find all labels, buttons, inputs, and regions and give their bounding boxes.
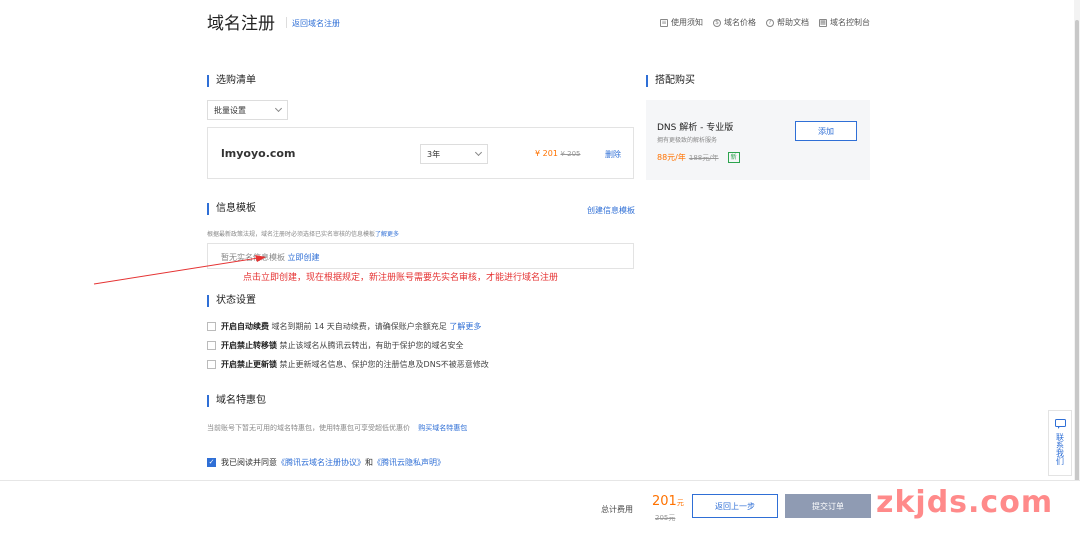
agreement-checkbox[interactable]: ✓ (207, 458, 216, 467)
price-icon: $ (713, 18, 721, 27)
cart-item: lmyoyo.com 3年 ¥ 201 ¥ 205 删除 (207, 127, 634, 179)
auto-renew-desc: 域名到期前 14 天自动续费，请确保账户余额充足 (271, 322, 447, 331)
duration-value: 3年 (427, 149, 441, 159)
package-row: 当前账号下暂无可用的域名特惠包，使用特惠包可享受超低优惠价 购买域名特惠包 (207, 423, 467, 433)
help-docs-label: 帮助文档 (777, 18, 809, 27)
chevron-down-icon (274, 104, 283, 113)
submit-order-button[interactable]: 提交订单 (785, 494, 871, 518)
template-empty-box: 暂无实名信息模板 立即创建 (207, 243, 634, 269)
domain-console-label: 域名控制台 (830, 18, 870, 27)
domain-price-link[interactable]: $ 域名价格 (713, 17, 756, 28)
transfer-lock-desc: 禁止该域名从腾讯云转出，有助于保护您的域名安全 (279, 341, 464, 350)
agreement-row[interactable]: ✓ 我已阅读并同意《腾讯云域名注册协议》和《腾讯云隐私声明》 (207, 457, 445, 468)
status-heading: 状态设置 (207, 295, 256, 307)
agreement-text: 我已阅读并同意《腾讯云域名注册协议》和《腾讯云隐私声明》 (221, 457, 445, 468)
agreement-and: 和 (365, 458, 373, 467)
back-to-domain-register-link[interactable]: 返回域名注册 (292, 18, 340, 29)
addon-price-original: 188元/年 (688, 153, 719, 162)
watermark-text: zkjds.com (876, 485, 1054, 520)
addon-price-current: 88元/年 (657, 153, 686, 162)
help-docs-link[interactable]: ? 帮助文档 (766, 17, 809, 28)
learn-more-link[interactable]: 了解更多 (375, 231, 399, 238)
add-addon-button[interactable]: 添加 (795, 121, 857, 141)
addon-desc: 拥有更极致的解析服务 (657, 137, 718, 144)
cart-heading: 选购清单 (207, 75, 256, 87)
update-lock-desc: 禁止更新域名信息、保护您的注册信息及DNS不被恶意修改 (279, 360, 489, 369)
new-badge: 新 (727, 152, 740, 163)
batch-setting-label: 批量设置 (214, 105, 246, 115)
notice-text: 根据最新政策法规，域名注册时必须选择已实名审核的信息模板 (207, 231, 376, 238)
grid-icon: ▦ (819, 18, 827, 27)
footer-bar: 总计费用 201元 205元 返回上一步 提交订单 zkjds.com (0, 480, 1080, 533)
domain-price-label: 域名价格 (724, 18, 756, 27)
privacy-statement-link[interactable]: 《腾讯云隐私声明》 (373, 458, 445, 467)
info-template-heading: 信息模板 (207, 203, 256, 215)
help-icon: ? (766, 18, 774, 27)
addon-name: DNS 解析 - 专业版 (657, 123, 734, 133)
total-label: 总计费用 (601, 505, 633, 514)
auto-renew-checkbox[interactable] (207, 322, 216, 331)
annotation-text: 点击立即创建，现在根据规定，新注册账号需要先实名审核，才能进行域名注册 (243, 273, 559, 283)
transfer-lock-row: 开启禁止转移锁 禁止该域名从腾讯云转出，有助于保护您的域名安全 (221, 340, 464, 351)
total-price-value: 201 (652, 494, 677, 509)
transfer-lock-title: 开启禁止转移锁 (221, 341, 277, 350)
create-now-link[interactable]: 立即创建 (288, 253, 320, 262)
previous-step-button[interactable]: 返回上一步 (692, 494, 778, 518)
transfer-lock-checkbox[interactable] (207, 341, 216, 350)
info-template-notice: 根据最新政策法规，域名注册时必须选择已实名审核的信息模板了解更多 (207, 229, 399, 238)
register-agreement-link[interactable]: 《腾讯云域名注册协议》 (277, 458, 365, 467)
item-price-current: ¥ 201 (535, 149, 558, 158)
addon-card: DNS 解析 - 专业版 拥有更极致的解析服务 88元/年 188元/年 新 添… (646, 100, 870, 180)
auto-renew-title: 开启自动续费 (221, 322, 269, 331)
auto-renew-learn-more-link[interactable]: 了解更多 (449, 322, 481, 331)
update-lock-title: 开启禁止更新锁 (221, 360, 277, 369)
update-lock-option[interactable]: 开启禁止更新锁 禁止更新域名信息、保护您的注册信息及DNS不被恶意修改 (207, 359, 489, 370)
create-template-link[interactable]: 创建信息模板 (587, 205, 635, 216)
chevron-down-icon (474, 148, 483, 157)
addon-heading: 搭配购买 (646, 75, 695, 87)
usage-notice-link[interactable]: ≡ 使用须知 (660, 17, 703, 28)
document-icon: ≡ (660, 18, 668, 27)
total-price: 201元 (652, 494, 684, 509)
batch-setting-select[interactable]: 批量设置 (207, 100, 288, 120)
chat-icon (1054, 419, 1066, 429)
transfer-lock-option[interactable]: 开启禁止转移锁 禁止该域名从腾讯云转出，有助于保护您的域名安全 (207, 340, 464, 351)
update-lock-row: 开启禁止更新锁 禁止更新域名信息、保护您的注册信息及DNS不被恶意修改 (221, 359, 489, 370)
contact-us-label: 联系我们 (1055, 433, 1065, 465)
total-original-price: 205元 (655, 514, 676, 522)
auto-renew-option[interactable]: 开启自动续费 域名到期前 14 天自动续费，请确保账户余额充足 了解更多 (207, 321, 481, 332)
page-title: 域名注册 (207, 14, 275, 34)
update-lock-checkbox[interactable] (207, 360, 216, 369)
auto-renew-row: 开启自动续费 域名到期前 14 天自动续费，请确保账户余额充足 了解更多 (221, 321, 481, 332)
item-price: ¥ 201 ¥ 205 (535, 149, 581, 158)
agreement-prefix: 我已阅读并同意 (221, 458, 277, 467)
usage-notice-label: 使用须知 (671, 18, 703, 27)
addon-price: 88元/年 188元/年 新 (657, 152, 740, 163)
duration-select[interactable]: 3年 (420, 144, 488, 164)
domain-console-link[interactable]: ▦ 域名控制台 (819, 17, 870, 28)
total-price-unit: 元 (676, 499, 684, 507)
delete-item-button[interactable]: 删除 (605, 149, 621, 160)
package-heading: 域名特惠包 (207, 395, 266, 407)
item-price-original: ¥ 205 (560, 150, 581, 158)
domain-name: lmyoyo.com (221, 147, 296, 160)
divider (286, 17, 287, 28)
scrollbar-thumb[interactable] (1075, 20, 1079, 520)
package-desc: 当前账号下暂无可用的域名特惠包，使用特惠包可享受超低优惠价 (207, 424, 410, 432)
contact-us-widget[interactable]: 联系我们 (1048, 410, 1072, 476)
buy-package-link[interactable]: 购买域名特惠包 (418, 424, 467, 432)
